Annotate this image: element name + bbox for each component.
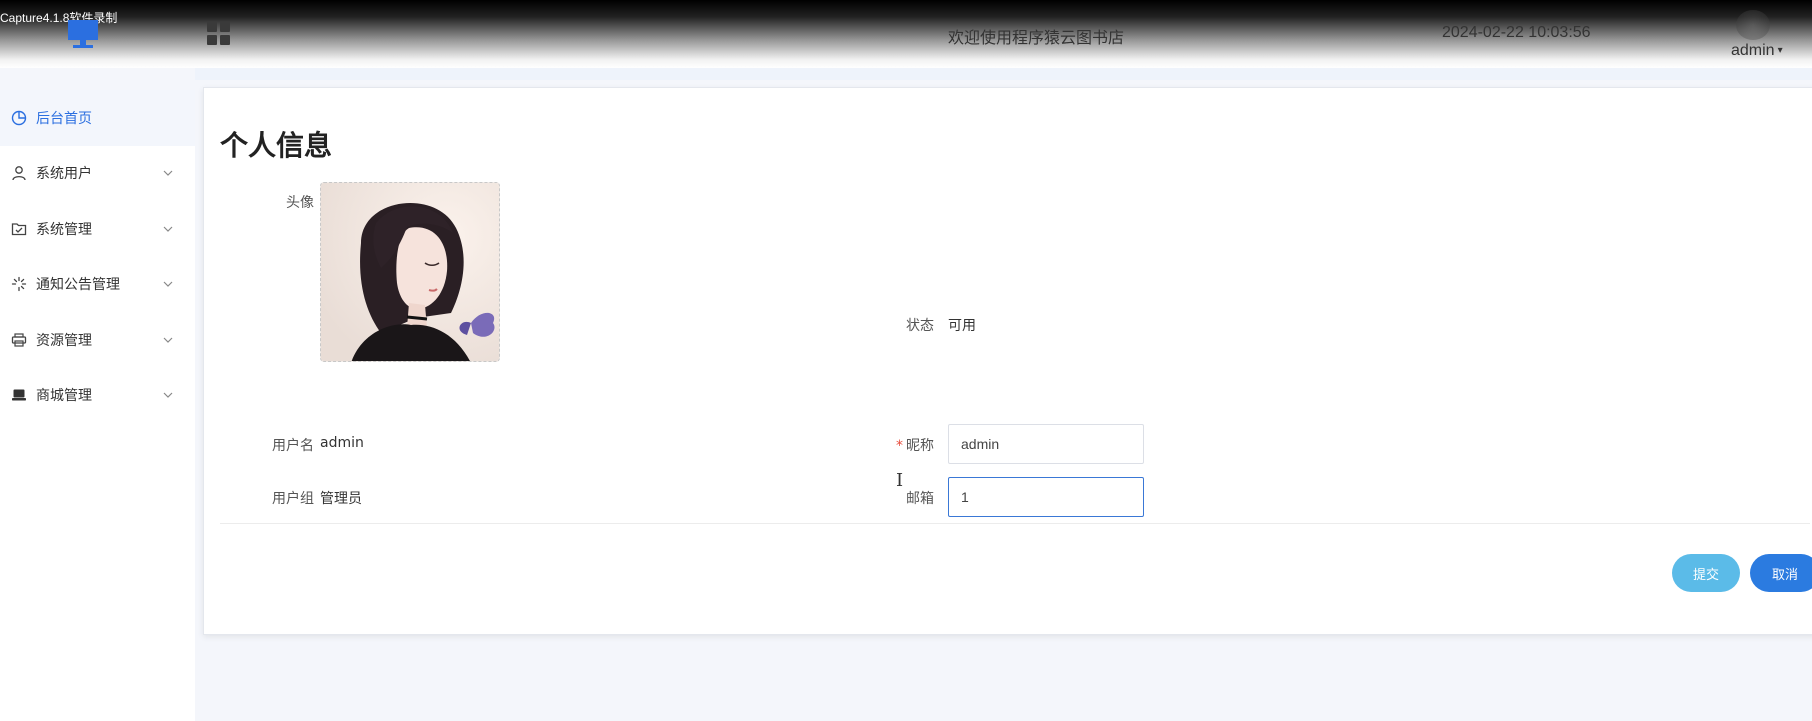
user-name: admin [1731, 42, 1775, 59]
laptop-icon [10, 386, 28, 404]
submit-button[interactable]: 提交 [1672, 554, 1740, 592]
text-cursor-icon: I [896, 470, 904, 491]
user-menu-dropdown[interactable]: admin ▾ [1731, 42, 1783, 60]
sidebar-item-system-users[interactable]: 系统用户 [0, 146, 195, 202]
username-label: 用户名 [272, 438, 314, 454]
user-group-value: 管理员 [320, 491, 362, 507]
status-label: 状态 [906, 318, 934, 334]
user-icon [10, 164, 28, 182]
chevron-down-icon [163, 226, 173, 232]
sidebar-item-label: 通知公告管理 [36, 277, 120, 294]
email-label: 邮箱 [906, 491, 934, 507]
profile-card: 个人信息 头像 状态 可用 用户名 admin * 昵称 admin 用户组 管… [203, 87, 1812, 635]
app-grid-icon[interactable] [207, 22, 231, 46]
content-top-band [195, 68, 1812, 80]
sidebar-item-label: 商城管理 [36, 388, 92, 405]
nickname-input[interactable] [948, 424, 1144, 464]
sidebar-item-label: 系统管理 [36, 221, 92, 238]
nickname-label-text: 昵称 [906, 438, 934, 454]
sidebar-item-system-management[interactable]: 系统管理 [0, 201, 195, 257]
chevron-down-icon [163, 170, 173, 177]
chevron-down-icon [163, 337, 173, 343]
cancel-button[interactable]: 取消 [1750, 554, 1812, 592]
email-input[interactable] [948, 477, 1144, 517]
loading-icon [10, 275, 28, 293]
user-avatar[interactable] [1736, 10, 1770, 40]
sidebar: 后台首页 系统用户 系统管理 通知公告管理 资源管理 商城管理 [0, 90, 195, 721]
username-value: admin [320, 435, 364, 451]
sidebar-item-label: 系统用户 [36, 166, 92, 183]
sidebar-item-mall-management[interactable]: 商城管理 [0, 368, 195, 424]
avatar-upload[interactable] [320, 182, 500, 362]
top-header: Capture4.1.8软件录制 欢迎使用程序猿云图书店 2024-02-22 … [0, 0, 1812, 68]
avatar-image [321, 183, 499, 361]
current-datetime: 2024-02-22 10:03:56 [1442, 24, 1591, 41]
chevron-down-icon: ▾ [1777, 45, 1783, 56]
status-value: 可用 [948, 318, 976, 334]
nickname-label: * 昵称 [854, 435, 934, 455]
chevron-down-icon [163, 281, 173, 288]
folder-check-icon [10, 220, 28, 238]
form-divider [220, 523, 1810, 524]
welcome-text: 欢迎使用程序猿云图书店 [948, 28, 1125, 47]
monitor-logo-icon [68, 20, 98, 48]
page-title: 个人信息 [220, 129, 333, 162]
sidebar-item-resource-management[interactable]: 资源管理 [0, 312, 195, 368]
chevron-down-icon [163, 392, 173, 399]
avatar-label: 头像 [286, 195, 314, 211]
required-asterisk: * [896, 438, 903, 454]
sidebar-item-label: 资源管理 [36, 332, 92, 349]
sidebar-item-home[interactable]: 后台首页 [0, 90, 195, 146]
pie-chart-icon [10, 109, 28, 127]
user-group-label: 用户组 [272, 491, 314, 507]
sidebar-item-label: 后台首页 [36, 110, 92, 127]
printer-icon [10, 331, 28, 349]
sidebar-item-notice-management[interactable]: 通知公告管理 [0, 257, 195, 313]
